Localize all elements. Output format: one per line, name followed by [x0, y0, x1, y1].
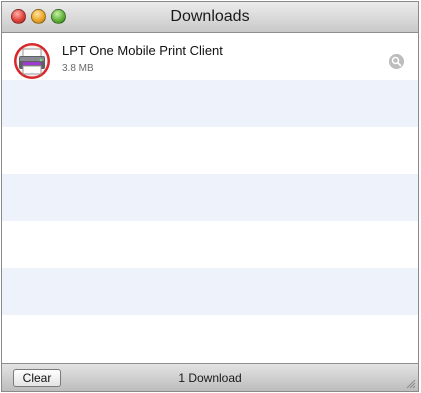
- list-row-stripe: [2, 268, 418, 315]
- status-bar: Clear 1 Download: [2, 363, 418, 391]
- printer-icon: [14, 43, 50, 79]
- downloads-list: [2, 33, 418, 365]
- download-name: LPT One Mobile Print Client: [62, 43, 223, 58]
- download-item[interactable]: LPT One Mobile Print Client 3.8 MB: [2, 33, 418, 80]
- title-bar[interactable]: Downloads: [2, 2, 418, 33]
- download-count: 1 Download: [178, 371, 242, 385]
- resize-grip-icon[interactable]: [404, 377, 416, 389]
- download-size: 3.8 MB: [62, 63, 94, 74]
- list-row-stripe: [2, 174, 418, 221]
- list-row-stripe: [2, 80, 418, 127]
- downloads-window: Downloads LPT One Mobile Print Client 3.…: [1, 1, 419, 392]
- reveal-in-finder-icon[interactable]: [389, 54, 404, 69]
- window-title: Downloads: [170, 8, 250, 25]
